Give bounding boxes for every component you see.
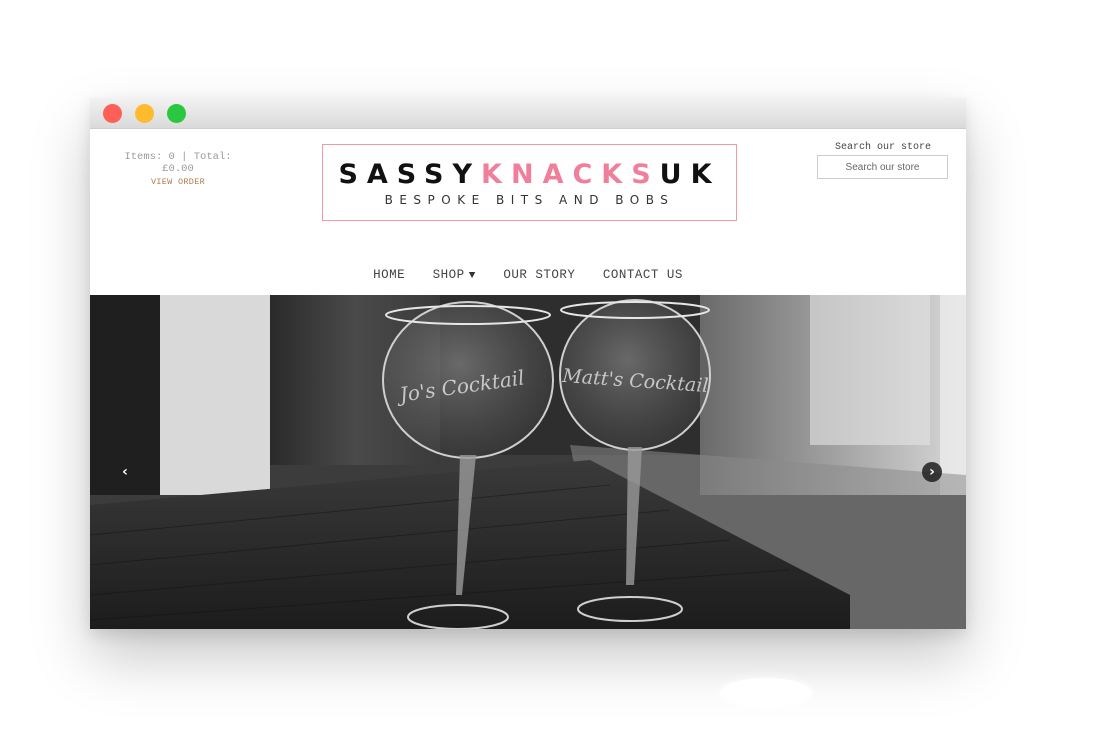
hero-image: Jo's Cocktail Matt's Cocktail: [90, 295, 966, 629]
logo-wordmark: SASSYKNACKSUK: [323, 159, 736, 191]
close-window-button[interactable]: [103, 104, 122, 123]
cart-summary-text: Items: 0 | Total: £0.00: [124, 151, 232, 175]
logo-tagline: BESPOKE BITS AND BOBS: [384, 193, 675, 207]
browser-window: Items: 0 | Total: £0.00 VIEW ORDER SASSY…: [90, 98, 966, 629]
nav-contact-us[interactable]: CONTACT US: [603, 268, 683, 282]
background-highlight: [720, 678, 812, 708]
main-nav: HOME SHOP ▼ OUR STORY CONTACT US: [90, 268, 966, 282]
window-titlebar: [90, 98, 966, 129]
search-label: Search our store: [834, 142, 931, 153]
minimize-window-button[interactable]: [135, 104, 154, 123]
nav-shop[interactable]: SHOP ▼: [433, 268, 476, 282]
logo-word-sassy: SASSY: [338, 159, 482, 190]
logo-word-knacks: KNACKS: [481, 159, 660, 190]
cart-summary: Items: 0 | Total: £0.00 VIEW ORDER: [116, 151, 240, 188]
maximize-window-button[interactable]: [167, 104, 186, 123]
site-logo[interactable]: SASSYKNACKSUK BESPOKE BITS AND BOBS: [322, 144, 737, 221]
logo-word-uk: UK: [659, 159, 721, 190]
hero-slider: Jo's Cocktail Matt's Cocktail ‹ ›: [90, 295, 966, 629]
nav-shop-label: SHOP: [432, 268, 465, 282]
caret-down-icon: ▼: [468, 270, 476, 282]
nav-our-story[interactable]: OUR STORY: [503, 268, 575, 282]
search-input[interactable]: [817, 155, 948, 179]
nav-home[interactable]: HOME: [373, 268, 405, 282]
chevron-left-icon[interactable]: ‹: [115, 462, 135, 482]
chevron-right-icon[interactable]: ›: [922, 462, 942, 482]
view-order-link[interactable]: VIEW ORDER: [116, 176, 240, 188]
